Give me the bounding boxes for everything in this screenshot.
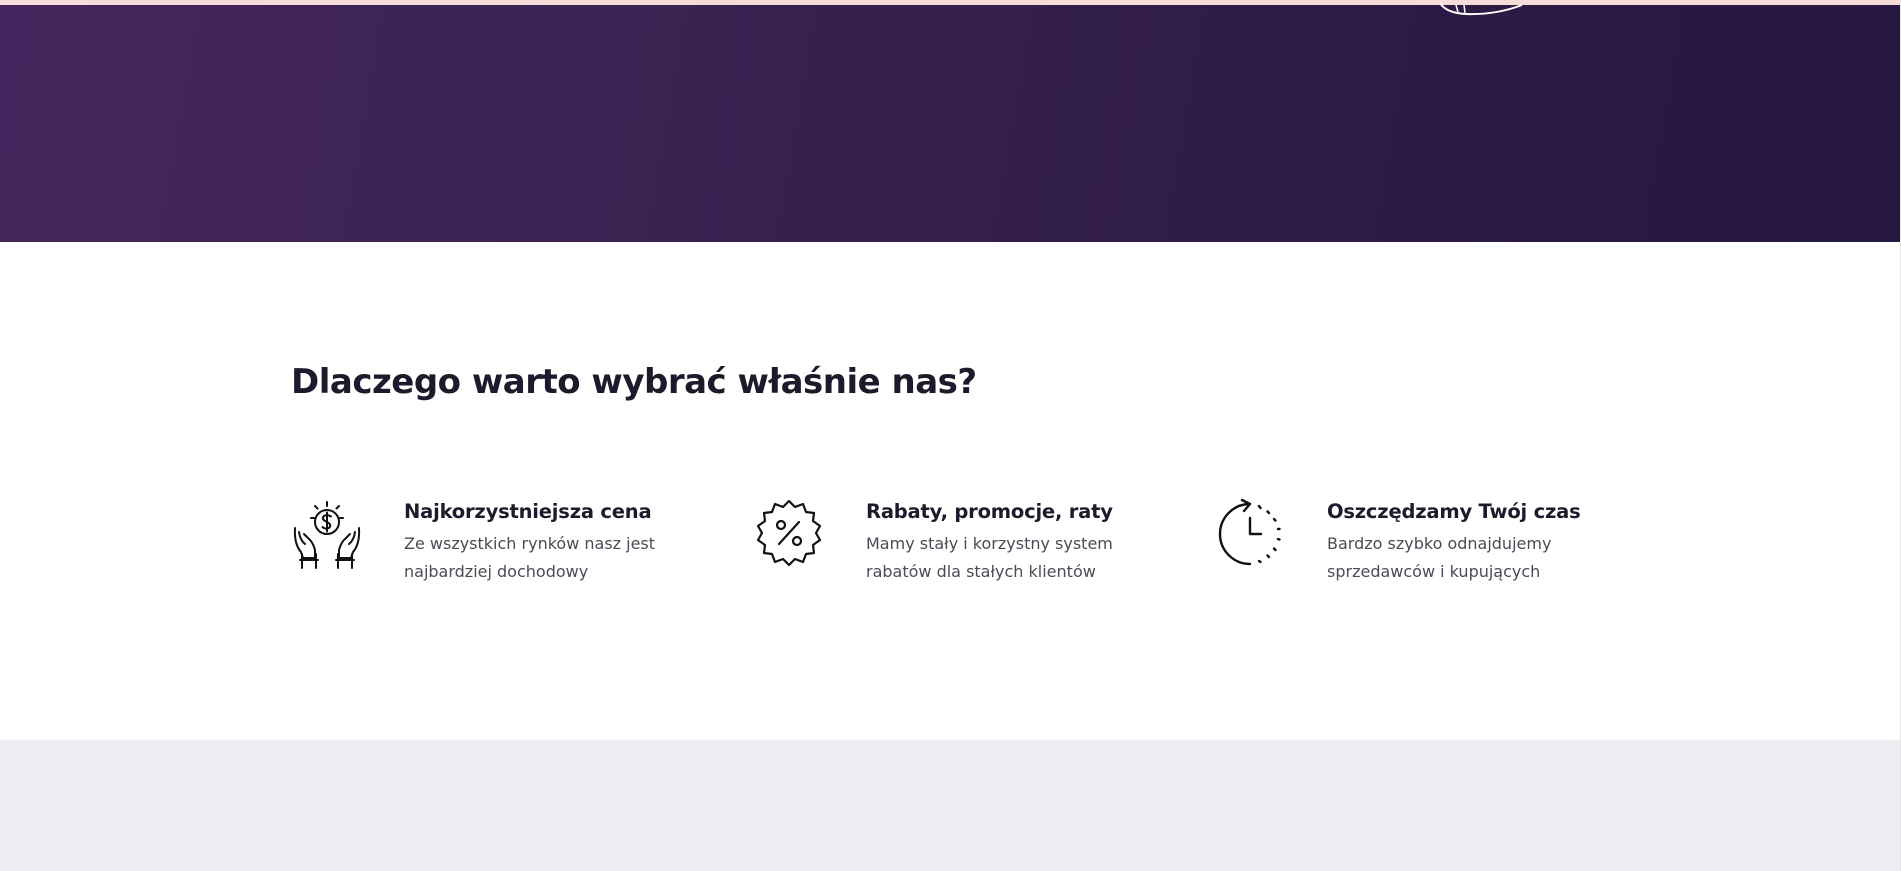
feature-item-time: Oszczędzamy Twój czas Bardzo szybko odna… <box>1214 498 1654 598</box>
next-section-background <box>0 740 1900 871</box>
page: Dlaczego warto wybrać właśnie nas? Najko… <box>0 0 1901 871</box>
section-title: Dlaczego warto wybrać właśnie nas? <box>291 362 977 402</box>
feature-description: Bardzo szybko odnajdujemy sprzedawców i … <box>1327 534 1552 581</box>
hero-banner <box>0 2 1900 242</box>
feature-title: Najkorzystniejsza cena <box>404 500 652 523</box>
feature-text: Najkorzystniejsza cena Ze wszystkich ryn… <box>404 498 734 586</box>
hands-coin-icon <box>291 498 363 570</box>
feature-description: Mamy stały i korzystny system rabatów dl… <box>866 534 1113 581</box>
feature-item-price: Najkorzystniejsza cena Ze wszystkich ryn… <box>291 498 731 598</box>
feature-title: Rabaty, promocje, raty <box>866 500 1113 523</box>
why-us-section: Dlaczego warto wybrać właśnie nas? Najko… <box>0 242 1900 740</box>
feature-item-discounts: Rabaty, promocje, raty Mamy stały i korz… <box>753 498 1193 598</box>
percent-badge-icon <box>753 498 825 570</box>
feature-title: Oszczędzamy Twój czas <box>1327 500 1581 523</box>
feature-description: Ze wszystkich rynków nasz jest najbardzi… <box>404 534 656 581</box>
clock-time-icon <box>1214 498 1286 570</box>
feature-text: Oszczędzamy Twój czas Bardzo szybko odna… <box>1327 498 1657 586</box>
hero-illustration-fragment <box>1439 2 1523 16</box>
feature-text: Rabaty, promocje, raty Mamy stały i korz… <box>866 498 1196 586</box>
